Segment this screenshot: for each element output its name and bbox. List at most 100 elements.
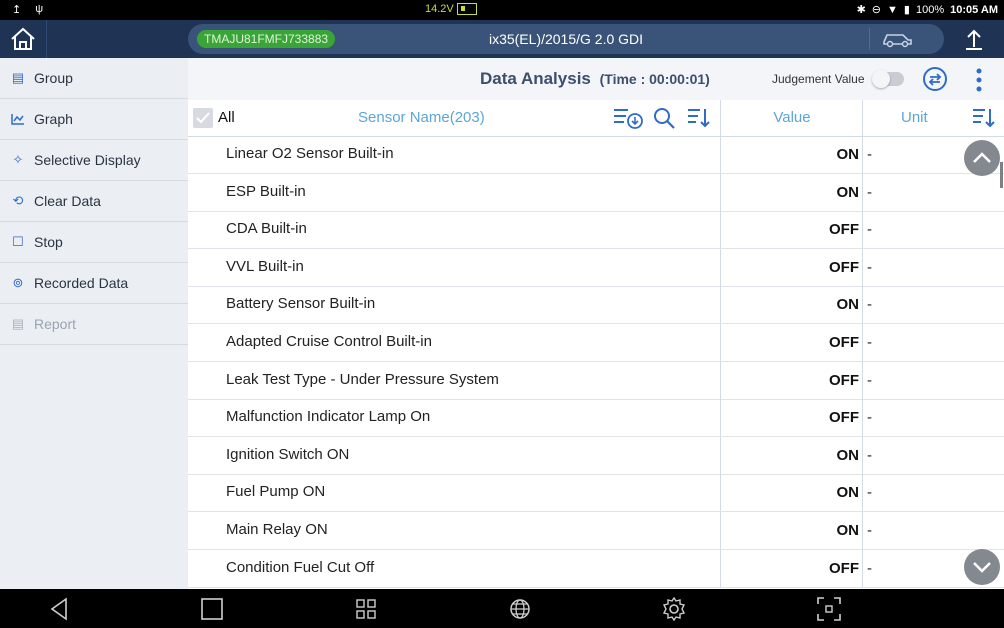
sensor-value: ON — [720, 136, 859, 173]
table-row[interactable]: Condition Fuel Cut Off OFF - — [188, 549, 1004, 588]
sensor-value: OFF — [720, 324, 859, 361]
swap-button[interactable] — [922, 66, 948, 92]
browser-button[interactable] — [507, 596, 533, 622]
back-button[interactable] — [46, 596, 72, 622]
battery-percent: 100% — [915, 3, 945, 16]
vehicle-info-bar: TMAJU81FMFJ733883 ix35(EL)/2015/G 2.0 GD… — [188, 24, 944, 54]
sensor-value: OFF — [720, 361, 859, 399]
gear-icon — [662, 597, 686, 621]
table-row[interactable]: Adapted Cruise Control Built-in OFF - — [188, 324, 1004, 362]
sidebar-item-group[interactable]: ▤ Group — [0, 58, 188, 99]
sort-sensor-button[interactable] — [686, 106, 710, 130]
navigation-bar — [0, 589, 1004, 628]
scroll-down-button[interactable] — [964, 549, 1000, 585]
usb-icon: ψ — [35, 3, 44, 15]
sidebar-item-label: Clear Data — [34, 193, 101, 209]
sensor-name: CDA Built-in — [226, 220, 307, 238]
voltage-indicator: 14.2V — [425, 3, 477, 15]
sensor-name: Malfunction Indicator Lamp On — [226, 408, 431, 426]
table-row[interactable]: Fuel Pump ON ON - — [188, 474, 1004, 513]
upload-icon: ↥ — [12, 4, 22, 16]
clock: 10:05 AM — [950, 3, 998, 16]
table-row[interactable]: ESP Built-in ON - — [188, 173, 1004, 212]
sidebar-item-recorded-data[interactable]: ⊚ Recorded Data — [0, 263, 188, 304]
sensor-unit: - — [862, 361, 1003, 399]
dnd-icon: ⊖ — [871, 4, 882, 16]
car-battery-icon — [456, 3, 477, 15]
upload-arrow-icon — [966, 29, 982, 50]
stop-icon: ☐ — [12, 234, 24, 249]
pin-icon: ✧ — [12, 152, 24, 167]
settings-button[interactable] — [661, 596, 687, 622]
table-row[interactable]: Ignition Switch ON ON - — [188, 436, 1004, 475]
elapsed-time: (Time : 00:00:01) — [599, 71, 710, 87]
table-row[interactable]: Battery Sensor Built-in ON - — [188, 286, 1004, 325]
sidebar-item-selective-display[interactable]: ✧ Selective Display — [0, 140, 188, 181]
vehicle-button[interactable] — [869, 28, 924, 50]
sensor-unit: - — [862, 399, 1003, 437]
home-icon — [11, 27, 35, 50]
sidebar-item-report: ▤ Report — [0, 304, 188, 345]
sidebar-item-stop[interactable]: ☐ Stop — [0, 222, 188, 263]
select-all-checkbox[interactable] — [193, 108, 213, 128]
table-row[interactable]: Malfunction Indicator Lamp On OFF - — [188, 399, 1004, 438]
judgement-value-label: Judgement Value — [772, 72, 865, 86]
list-download-button[interactable] — [612, 106, 644, 130]
sensor-unit: - — [862, 173, 1003, 211]
chevron-up-icon — [973, 152, 991, 163]
home-button[interactable] — [0, 20, 47, 58]
export-button[interactable] — [944, 20, 1004, 58]
screenshot-button[interactable] — [816, 596, 842, 622]
scrollbar-thumb[interactable] — [1000, 162, 1003, 188]
top-bar: TMAJU81FMFJ733883 ix35(EL)/2015/G 2.0 GD… — [0, 20, 1004, 58]
more-menu-button[interactable] — [974, 67, 984, 93]
sensor-value: ON — [720, 512, 859, 549]
sidebar-item-graph[interactable]: Graph — [0, 99, 188, 140]
judgement-value-toggle[interactable] — [872, 70, 904, 88]
scroll-up-button[interactable] — [964, 140, 1000, 176]
page-title-text: Data Analysis — [480, 69, 591, 88]
table-row[interactable]: Main Relay ON ON - — [188, 512, 1004, 550]
square-icon — [201, 598, 223, 620]
check-icon — [196, 112, 210, 124]
report-icon: ▤ — [11, 316, 25, 331]
vehicle-model: ix35(EL)/2015/G 2.0 GDI — [488, 31, 644, 47]
table-row[interactable]: Leak Test Type - Under Pressure System O… — [188, 361, 1004, 400]
sensor-name: VVL Built-in — [226, 257, 304, 275]
sensor-name: Linear O2 Sensor Built-in — [226, 145, 394, 162]
table-row[interactable]: Linear O2 Sensor Built-in ON - — [188, 136, 1004, 174]
car-icon — [883, 34, 912, 48]
sensor-name: ESP Built-in — [226, 182, 306, 200]
sensor-name: Fuel Pump ON — [226, 483, 326, 501]
unit-header-cell: Unit — [862, 100, 1004, 136]
main-panel: Data Analysis (Time : 00:00:01) Judgemen… — [188, 58, 1004, 589]
sidebar-item-label: Report — [34, 316, 77, 332]
sensor-value: ON — [720, 436, 859, 474]
table-row[interactable]: VVL Built-in OFF - — [188, 248, 1004, 287]
sensor-name: Leak Test Type - Under Pressure System — [226, 370, 499, 388]
wifi-icon: ▼ — [887, 3, 898, 16]
capture-icon — [817, 597, 841, 621]
sensor-unit: - — [862, 248, 1003, 286]
sensor-name: Battery Sensor Built-in — [226, 295, 376, 313]
sensor-table[interactable]: Linear O2 Sensor Built-in ON - ESP Built… — [188, 136, 1004, 589]
sensor-name: Adapted Cruise Control Built-in — [226, 333, 432, 350]
sensor-name: Main Relay ON — [226, 521, 328, 538]
sensor-value: ON — [720, 286, 859, 324]
sidebar: ▤ Group Graph ✧ Selective Display ⟲ Clea… — [0, 58, 189, 589]
sensor-value: ON — [720, 173, 859, 211]
sensor-value: OFF — [720, 549, 859, 587]
voltage-text: 14.2V — [425, 3, 454, 15]
battery-icon: ▮ — [903, 4, 910, 16]
sensor-value: OFF — [720, 211, 859, 249]
sensor-value: ON — [720, 474, 859, 512]
table-row[interactable]: CDA Built-in OFF - — [188, 211, 1004, 250]
bluetooth-icon: ✱ — [856, 4, 866, 16]
sort-unit-button[interactable] — [971, 106, 995, 130]
sidebar-item-label: Selective Display — [34, 152, 141, 168]
apps-grid-button[interactable] — [353, 596, 379, 622]
recent-apps-button[interactable] — [199, 596, 225, 622]
search-button[interactable] — [652, 106, 676, 130]
sidebar-item-clear-data[interactable]: ⟲ Clear Data — [0, 181, 188, 222]
sensor-unit: - — [862, 436, 1003, 474]
